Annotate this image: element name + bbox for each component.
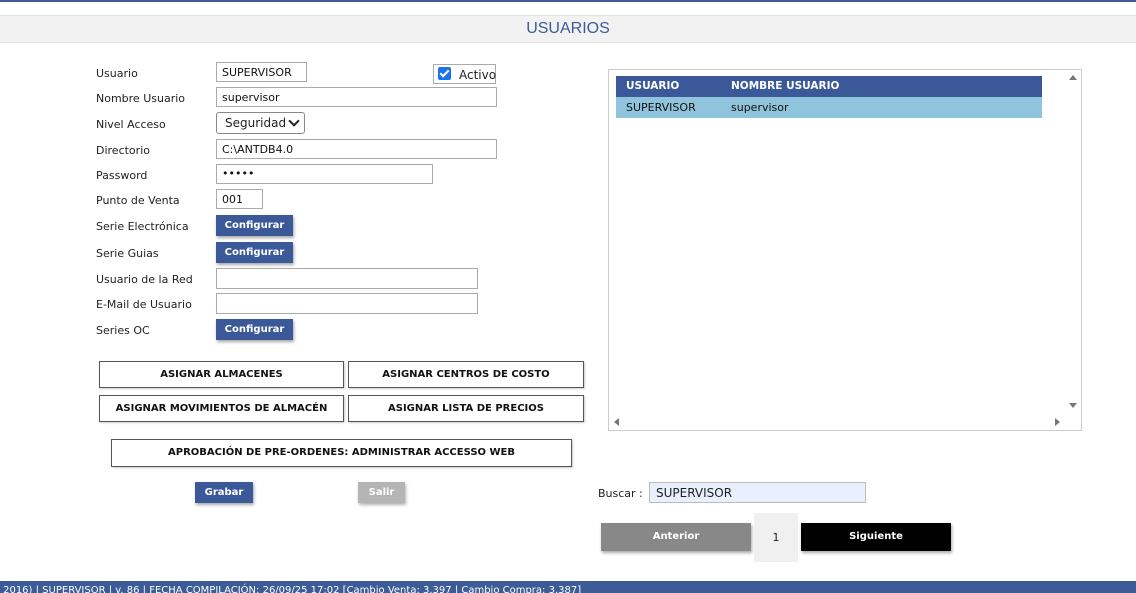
scroll-left-icon[interactable] (614, 418, 619, 426)
usuarios-grid[interactable]: USUARIO NOMBRE USUARIO SUPERVISOR superv… (608, 69, 1082, 431)
salir-button[interactable]: Salir (358, 482, 405, 503)
col-nombre-header: NOMBRE USUARIO (731, 80, 840, 92)
usuario-input[interactable]: SUPERVISOR (216, 62, 307, 82)
email-input[interactable] (216, 293, 478, 314)
top-accent-line (0, 0, 1136, 2)
scroll-down-icon[interactable] (1069, 403, 1077, 408)
nivel-acceso-value: Seguridad (225, 116, 287, 130)
buscar-input[interactable]: SUPERVISOR (649, 482, 866, 503)
password-input[interactable]: ••••• (216, 164, 433, 184)
grid-header: USUARIO NOMBRE USUARIO (616, 76, 1042, 97)
usuario-red-label: Usuario de la Red (96, 273, 193, 286)
table-row[interactable]: SUPERVISOR supervisor (616, 97, 1042, 118)
configurar-series-oc-button[interactable]: Configurar (216, 319, 293, 340)
siguiente-button[interactable]: Siguiente (801, 523, 951, 551)
punto-venta-input[interactable]: 001 (216, 189, 263, 209)
serie-electronica-label: Serie Electrónica (96, 220, 189, 233)
asignar-almacenes-button[interactable]: ASIGNAR ALMACENES (99, 361, 344, 388)
page-title: USUARIOS (526, 20, 610, 37)
directorio-input[interactable]: C:\ANTDB4.0 (216, 139, 497, 159)
nivel-acceso-label: Nivel Acceso (96, 118, 166, 131)
status-footer: t 2016) | SUPERVISOR | v. 86 | FECHA COM… (0, 581, 1136, 593)
asignar-movimientos-button[interactable]: ASIGNAR MOVIMIENTOS DE ALMACÉN (99, 395, 344, 422)
nombre-usuario-label: Nombre Usuario (96, 92, 186, 105)
aprobacion-preordenes-button[interactable]: APROBACIÓN DE PRE-ORDENES: ADMINISTRAR A… (111, 439, 572, 467)
asignar-centros-costo-button[interactable]: ASIGNAR CENTROS DE COSTO (348, 361, 584, 388)
footer-text: t 2016) | SUPERVISOR | v. 86 | FECHA COM… (0, 585, 582, 593)
cell-usuario: SUPERVISOR (626, 101, 696, 114)
scroll-right-icon[interactable] (1055, 418, 1060, 426)
directorio-label: Directorio (96, 144, 150, 157)
page-number: 1 (754, 513, 798, 562)
buscar-label: Buscar : (598, 487, 643, 500)
serie-guias-label: Serie Guias (96, 247, 159, 260)
activo-checkbox-group[interactable]: Activo (433, 64, 496, 84)
asignar-lista-precios-button[interactable]: ASIGNAR LISTA DE PRECIOS (348, 395, 584, 422)
anterior-button[interactable]: Anterior (601, 523, 751, 551)
col-usuario-header: USUARIO (626, 80, 680, 92)
punto-venta-label: Punto de Venta (96, 194, 180, 207)
usuario-red-input[interactable] (216, 268, 478, 289)
configurar-serie-electronica-button[interactable]: Configurar (216, 215, 293, 236)
password-label: Password (96, 169, 148, 182)
configurar-serie-guias-button[interactable]: Configurar (216, 242, 293, 263)
activo-label: Activo (459, 68, 497, 82)
nivel-acceso-select[interactable]: Seguridad (216, 112, 305, 134)
activo-checkbox[interactable] (438, 67, 451, 80)
usuario-label: Usuario (96, 67, 138, 80)
email-label: E-Mail de Usuario (96, 298, 192, 311)
nombre-usuario-input[interactable]: supervisor (216, 87, 497, 107)
series-oc-label: Series OC (96, 324, 150, 337)
grabar-button[interactable]: Grabar (195, 482, 253, 503)
scroll-up-icon[interactable] (1069, 75, 1077, 80)
title-bar: USUARIOS (0, 15, 1136, 43)
chevron-down-icon (288, 115, 300, 127)
cell-nombre: supervisor (731, 101, 789, 114)
